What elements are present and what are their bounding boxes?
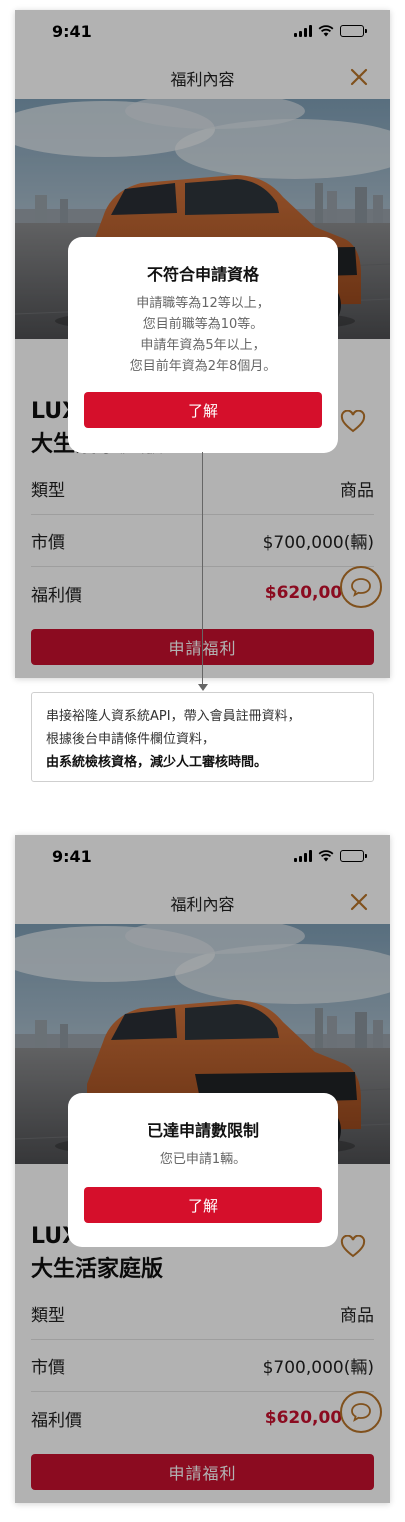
limit-reached-dialog: 已達申請數限制 您已申請1輛。 了解 xyxy=(68,1093,338,1247)
dialog-ok-button[interactable]: 了解 xyxy=(84,1187,322,1223)
annotation-note: 串接裕隆人資系統API，帶入會員註冊資料， 根據後台申請條件欄位資料， 由系統檢… xyxy=(31,692,374,782)
dialog-message-line: 申請年資為5年以上， xyxy=(140,338,266,353)
dialog-title: 已達申請數限制 xyxy=(146,1121,259,1140)
dialog-message-line: 您目前年資為2年8個月。 xyxy=(129,359,277,374)
dialog-ok-button[interactable]: 了解 xyxy=(84,392,322,428)
dialog-message-line: 申請職等為12等以上， xyxy=(136,296,270,311)
ineligible-dialog: 不符合申請資格 申請職等為12等以上， 您目前職等為10等。 申請年資為5年以上… xyxy=(68,237,338,453)
dialog-message-line: 您目前職等為10等。 xyxy=(142,317,264,332)
phone-screen-limit-reached: 9:41 福利內容 LUXGEN URX 大生活家 xyxy=(15,835,390,1503)
annotation-connector-line xyxy=(202,452,203,684)
dialog-title: 不符合申請資格 xyxy=(146,265,259,284)
dialog-message-line: 您已申請1輛。 xyxy=(159,1152,247,1167)
annotation-arrow-icon xyxy=(198,684,208,691)
